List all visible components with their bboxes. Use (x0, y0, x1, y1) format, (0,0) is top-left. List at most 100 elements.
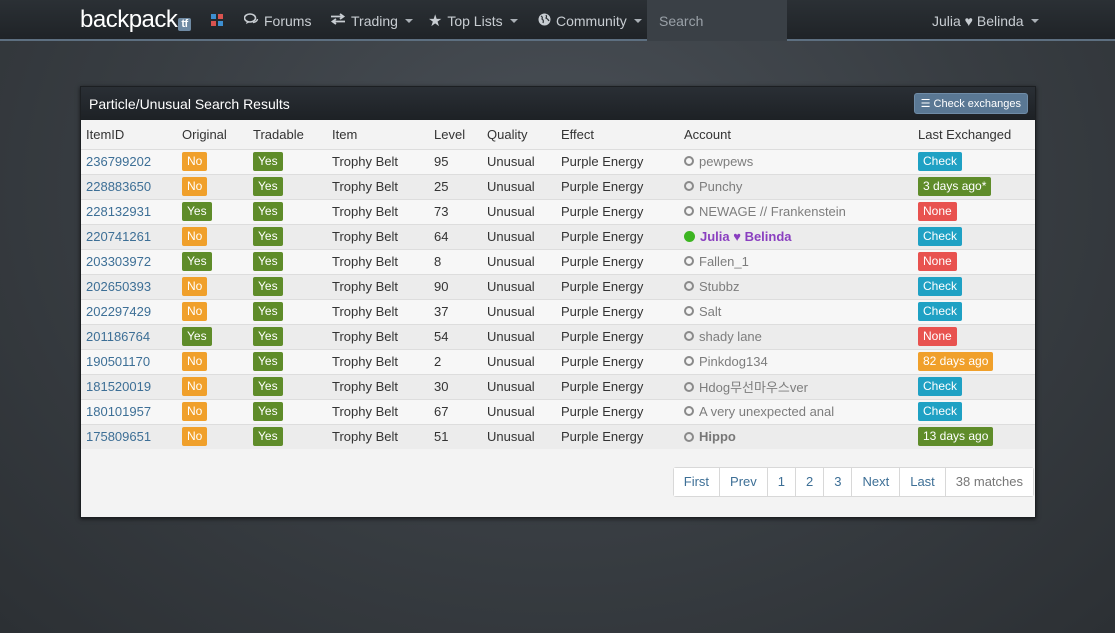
last-exchanged-badge[interactable]: 82 days ago (918, 352, 994, 371)
cell-effect: Purple Energy (556, 173, 679, 199)
cell-original: No (177, 223, 248, 249)
account-name: Punchy (699, 178, 743, 194)
cell-last-exchanged: Check (913, 398, 1035, 424)
last-exchanged-badge[interactable]: None (918, 202, 957, 221)
item-id-link[interactable]: 180101957 (86, 404, 151, 419)
cell-effect: Purple Energy (556, 423, 679, 449)
page-first[interactable]: First (673, 468, 720, 496)
cell-quality: Unusual (482, 423, 556, 449)
account-link[interactable]: Punchy (684, 179, 742, 194)
tradable-badge: Yes (253, 227, 283, 246)
last-exchanged-badge[interactable]: Check (918, 377, 963, 396)
check-exchanges-button[interactable]: ☰ Check exchanges (913, 93, 1028, 114)
cell-original: Yes (177, 248, 248, 274)
last-exchanged-badge[interactable]: 3 days ago* (918, 177, 992, 196)
cell-quality: Unusual (482, 273, 556, 299)
item-id-link[interactable]: 201186764 (86, 329, 150, 344)
page-2[interactable]: 2 (795, 468, 824, 496)
col-header[interactable]: Tradable (248, 120, 327, 150)
last-exchanged-badge[interactable]: None (918, 327, 957, 346)
cell-quality: Unusual (482, 298, 556, 324)
last-exchanged-badge[interactable]: None (918, 252, 957, 271)
last-exchanged-badge[interactable]: Check (918, 277, 963, 296)
item-id-link[interactable]: 228132931 (86, 204, 151, 219)
user-menu[interactable]: Julia ♥ Belinda (932, 0, 1039, 41)
account-link[interactable]: Hdog무선마우스ver (684, 377, 808, 396)
original-badge: No (182, 402, 208, 421)
cell-quality: Unusual (482, 223, 556, 249)
nav-trading[interactable]: Trading (330, 0, 413, 41)
page-3[interactable]: 3 (823, 468, 852, 496)
account-link[interactable]: Julia ♥ Belinda (684, 229, 792, 244)
item-id-link[interactable]: 181520019 (86, 379, 151, 394)
item-id-link[interactable]: 202297429 (86, 304, 151, 319)
pagination: First Prev 1 2 3 Next Last 38 matches (672, 467, 1034, 497)
last-exchanged-badge[interactable]: Check (918, 227, 963, 246)
brand-logo[interactable]: backpack tf (80, 6, 191, 34)
item-id-link[interactable]: 236799202 (86, 154, 151, 169)
item-id-link[interactable]: 228883650 (86, 179, 151, 194)
cell-account: Pinkdog134 (679, 348, 913, 374)
account-link[interactable]: Fallen_1 (684, 254, 749, 269)
item-id-link[interactable]: 175809651 (86, 429, 151, 444)
original-badge: No (182, 277, 208, 296)
col-header[interactable]: Level (429, 120, 482, 150)
tradable-badge: Yes (253, 402, 283, 421)
cell-tradable: Yes (248, 348, 327, 374)
cell-itemid: 202297429 (81, 298, 177, 324)
table-row: 203303972 Yes Yes Trophy Belt 8 Unusual Purple… (81, 248, 1035, 274)
cell-quality: Unusual (482, 148, 556, 174)
table-row: 228132931 Yes Yes Trophy Belt 73 Unusual Purpl… (81, 198, 1035, 224)
page-1[interactable]: 1 (766, 468, 796, 496)
account-link[interactable]: Hippo (684, 429, 736, 444)
item-id-link[interactable]: 202650393 (86, 279, 151, 294)
page-prev[interactable]: Prev (719, 468, 767, 496)
cell-last-exchanged: Check (913, 273, 1035, 299)
last-exchanged-badge[interactable]: Check (918, 402, 963, 421)
last-exchanged-badge[interactable]: Check (918, 302, 963, 321)
original-badge: Yes (182, 327, 212, 346)
account-link[interactable]: Stubbz (684, 279, 739, 294)
col-header[interactable]: Effect (556, 120, 679, 150)
user-name: Julia ♥ Belinda (932, 12, 1024, 29)
account-link[interactable]: A very unexpected anal (684, 404, 834, 419)
original-badge: No (182, 427, 208, 447)
account-link[interactable]: shady lane (684, 329, 762, 344)
cell-quality: Unusual (482, 248, 556, 274)
cell-item: Trophy Belt (327, 323, 429, 349)
last-exchanged-badge[interactable]: 13 days ago (918, 427, 994, 447)
account-link[interactable]: Salt (684, 304, 721, 319)
page-last[interactable]: Last (899, 468, 945, 496)
account-link[interactable]: Pinkdog134 (684, 354, 768, 369)
item-id-link[interactable]: 190501170 (86, 354, 150, 369)
page-next[interactable]: Next (851, 468, 900, 496)
nav-forums[interactable]: Forums (243, 0, 311, 41)
apps-grid-icon[interactable] (211, 14, 223, 26)
status-circle-icon (684, 230, 695, 242)
nav-community[interactable]: Community (538, 0, 642, 41)
col-header[interactable]: Quality (482, 120, 556, 150)
cell-tradable: Yes (248, 323, 327, 349)
search-input[interactable] (647, 0, 787, 41)
cell-itemid: 175809651 (81, 423, 177, 449)
item-id-link[interactable]: 203303972 (86, 254, 151, 269)
col-header[interactable]: Item (327, 120, 429, 150)
col-header[interactable]: Original (177, 120, 248, 150)
nav-top-lists[interactable]: ★ Top Lists (428, 0, 518, 41)
globe-icon (538, 13, 551, 29)
col-header[interactable]: Last Exchanged (913, 120, 1035, 150)
cell-account: pewpews (679, 148, 913, 174)
item-id-link[interactable]: 220741261 (86, 229, 151, 244)
account-link[interactable]: NEWAGE // Frankenstein (684, 204, 846, 219)
cell-level: 64 (429, 223, 482, 249)
last-exchanged-badge[interactable]: Check (918, 152, 963, 171)
tradable-badge: Yes (253, 327, 283, 346)
col-header[interactable]: Account (679, 120, 913, 150)
cell-last-exchanged: None (913, 248, 1035, 274)
tradable-badge: Yes (253, 177, 283, 196)
account-name: Hippo (699, 429, 736, 444)
col-header[interactable]: ItemID (81, 120, 177, 150)
account-link[interactable]: pewpews (684, 154, 753, 169)
table-row: 190501170 No Yes Trophy Belt 2 Unusual Purple … (81, 348, 1035, 374)
table-row: 175809651 No Yes Trophy Belt 51 Unusual Purple… (81, 423, 1035, 449)
